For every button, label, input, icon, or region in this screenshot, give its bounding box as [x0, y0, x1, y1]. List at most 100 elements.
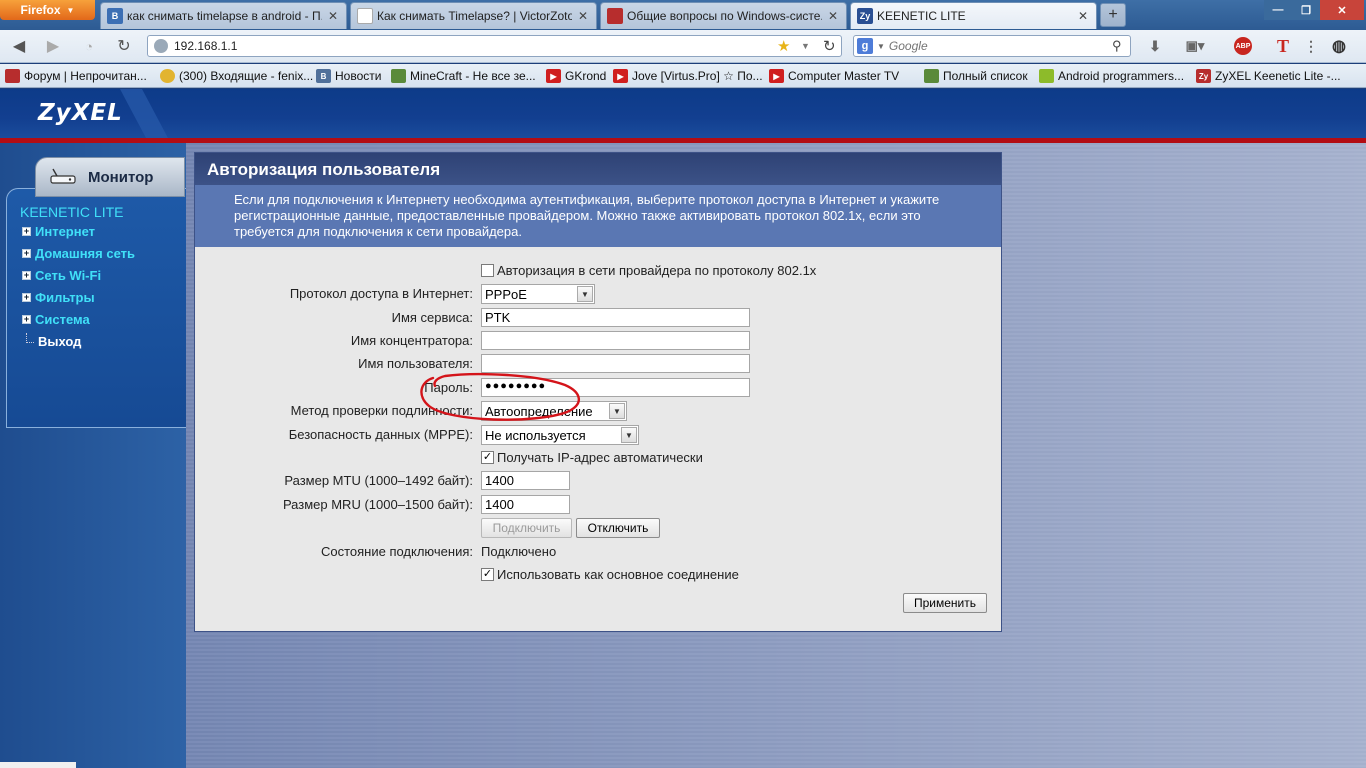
url-text[interactable]: 192.168.1.1 — [174, 39, 771, 53]
minimize-icon[interactable]: — — [1264, 0, 1292, 20]
auto-ip-checkbox[interactable]: ✓ Получать IP-адрес автоматически — [481, 450, 703, 465]
expand-plus-icon[interactable]: + — [22, 249, 31, 258]
expand-plus-icon[interactable]: + — [22, 227, 31, 236]
browser-tab-active[interactable]: Zy KEENETIC LITE ✕ — [850, 2, 1097, 29]
search-bar[interactable]: g ▼ ⚲ — [853, 35, 1131, 57]
connect-button[interactable]: Подключить — [481, 518, 572, 538]
translate-icon[interactable]: T — [1275, 36, 1291, 56]
bookmark-item[interactable]: MineCraft - Не все зе... — [391, 68, 536, 84]
adblock-icon: ABP — [1234, 37, 1252, 55]
sidebar-item-home-network[interactable]: + Домашняя сеть — [22, 246, 135, 261]
mtu-field[interactable]: 1400 — [481, 471, 570, 490]
sidebar-item-wifi[interactable]: + Сеть Wi-Fi — [22, 268, 101, 283]
tab-title: Как снимать Timelapse? | VictorZoto... — [377, 9, 572, 23]
maximize-icon[interactable]: ❐ — [1292, 0, 1320, 20]
android-icon — [1039, 69, 1054, 83]
youtube-icon: ▶ — [613, 69, 628, 83]
refresh-icon[interactable]: ↻ — [823, 37, 841, 55]
browser-tab[interactable]: Как снимать Timelapse? | VictorZoto... ✕ — [350, 2, 597, 29]
bookmark-label: Jove [Virtus.Pro] ☆ По... — [632, 69, 763, 83]
service-name-field[interactable]: PTK — [481, 308, 750, 327]
close-tab-icon[interactable]: ✕ — [1076, 9, 1090, 23]
sidebar-item-exit[interactable]: Выход — [26, 332, 82, 349]
chevron-down-icon[interactable]: ▼ — [801, 41, 817, 51]
checkbox-label: Авторизация в сети провайдера по протоко… — [497, 263, 817, 278]
back-arrow-icon[interactable]: ◀ — [8, 36, 30, 56]
google-icon[interactable]: g — [857, 38, 873, 54]
sidebar-item-label: Выход — [38, 334, 82, 349]
forward-arrow-icon[interactable]: ▶ — [42, 36, 64, 56]
adblock-button[interactable]: ABP — [1228, 37, 1258, 55]
sidebar-item-label: Сеть Wi-Fi — [35, 268, 102, 283]
close-tab-icon[interactable]: ✕ — [326, 9, 340, 23]
bookmark-item[interactable]: Zy ZyXEL Keenetic Lite -... — [1196, 68, 1341, 84]
concentrator-field[interactable] — [481, 331, 750, 350]
sidebar-item-system[interactable]: + Система — [22, 312, 90, 327]
expand-plus-icon[interactable]: + — [22, 293, 31, 302]
vk-favicon-icon: B — [107, 8, 123, 24]
browser-tab[interactable]: B как снимать timelapse в android - П...… — [100, 2, 347, 29]
expand-plus-icon[interactable]: + — [22, 315, 31, 324]
bookmark-label: Форум | Непрочитан... — [24, 69, 147, 83]
chevron-down-icon[interactable]: ▼ — [609, 403, 625, 419]
bookmark-item[interactable]: ▶ Jove [Virtus.Pro] ☆ По... — [613, 68, 763, 84]
router-header — [0, 89, 1366, 138]
bookmark-item[interactable]: B Новости — [316, 68, 381, 84]
mru-field[interactable]: 1400 — [481, 495, 570, 514]
mppe-select[interactable]: Не используется ▼ — [481, 425, 639, 445]
mail-icon — [160, 69, 175, 83]
router-icon — [50, 168, 76, 184]
sidebar-item-label: Домашняя сеть — [35, 246, 135, 261]
checkbox-box[interactable] — [481, 264, 494, 277]
apply-button[interactable]: Применить — [903, 593, 987, 613]
zyxel-icon: Zy — [1196, 69, 1211, 83]
close-tab-icon[interactable]: ✕ — [826, 9, 840, 23]
bookmark-label: Новости — [335, 69, 382, 83]
rss-icon[interactable]: ◔ — [78, 36, 100, 56]
bookmark-item[interactable]: ▶ Computer Master TV — [769, 68, 899, 84]
tab-monitor[interactable]: Монитор — [35, 157, 185, 197]
download-icon[interactable]: ⬇ — [1145, 37, 1165, 55]
checkbox-box[interactable]: ✓ — [481, 568, 494, 581]
bookmark-label: Android programmers... — [1058, 69, 1185, 83]
mppe-label: Безопасность данных (MPPE): — [288, 427, 473, 442]
close-window-icon[interactable]: ✕ — [1320, 0, 1364, 20]
bookmarks-menu-icon[interactable]: ▣▾ — [1180, 37, 1210, 55]
cms-favicon-icon — [607, 8, 623, 24]
disconnect-button[interactable]: Отключить — [576, 518, 660, 538]
chevron-down-icon[interactable]: ▼ — [877, 42, 885, 51]
browser-tab[interactable]: Общие вопросы по Windows-систе... ✕ — [600, 2, 847, 29]
checkbox-box[interactable]: ✓ — [481, 451, 494, 464]
sync-icon[interactable]: ◍ — [1328, 37, 1350, 55]
bookmark-item[interactable]: Форум | Непрочитан... — [5, 68, 147, 84]
bookmark-item[interactable]: Android programmers... — [1039, 68, 1184, 84]
search-input[interactable] — [888, 39, 1108, 53]
auth-method-select[interactable]: Автоопределение ▼ — [481, 401, 627, 421]
sidebar-item-filters[interactable]: + Фильтры — [22, 290, 95, 305]
firefox-menu-button[interactable]: Firefox ▼ — [0, 0, 95, 20]
sidebar-item-internet[interactable]: + Интернет — [22, 224, 95, 239]
reload-icon[interactable]: ↻ — [113, 36, 135, 56]
bookmark-item[interactable]: (300) Входящие - fenix... — [160, 68, 313, 84]
protocol-select[interactable]: PPPoE ▼ — [481, 284, 595, 304]
bookmark-star-icon[interactable]: ★ — [777, 37, 795, 55]
chevron-down-icon[interactable]: ▼ — [621, 427, 637, 443]
search-icon[interactable]: ⚲ — [1112, 38, 1130, 54]
bookmark-item[interactable]: ▶ GKrond — [546, 68, 606, 84]
tab-monitor-label: Монитор — [88, 168, 154, 186]
service-label: Имя сервиса: — [391, 310, 473, 325]
bookmark-label: Полный список — [943, 69, 1028, 83]
new-tab-button[interactable]: + — [1100, 3, 1126, 27]
bookmark-item[interactable]: Полный список — [924, 68, 1028, 84]
primary-connection-checkbox[interactable]: ✓ Использовать как основное соединение — [481, 567, 739, 582]
close-tab-icon[interactable]: ✕ — [576, 9, 590, 23]
mtu-label: Размер MTU (1000–1492 байт): — [284, 473, 473, 488]
username-field[interactable] — [481, 354, 750, 373]
url-bar[interactable]: 192.168.1.1 ★ ▼ ↻ — [147, 35, 842, 57]
header-chevron-icon — [120, 89, 168, 138]
tab-title: как снимать timelapse в android - П... — [127, 9, 322, 23]
password-field[interactable]: ●●●●●●●● — [481, 378, 750, 397]
expand-plus-icon[interactable]: + — [22, 271, 31, 280]
chevron-down-icon[interactable]: ▼ — [577, 286, 593, 302]
auth-8021x-checkbox[interactable]: Авторизация в сети провайдера по протоко… — [481, 263, 816, 278]
